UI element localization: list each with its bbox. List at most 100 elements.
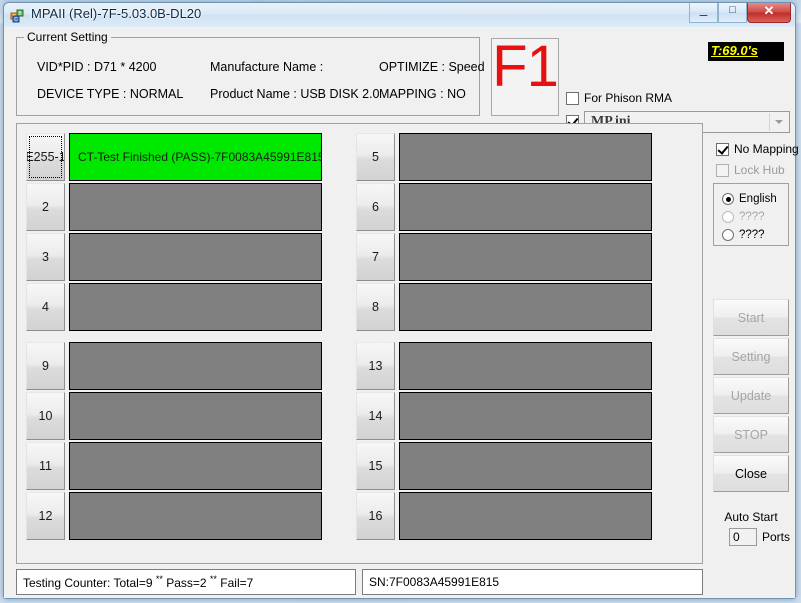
setting-button: Setting [713,338,789,375]
port-button-label: 16 [368,509,383,523]
language-option-2[interactable]: ???? [722,229,765,241]
chevron-down-icon[interactable] [769,113,788,131]
port-button-7[interactable]: 7 [356,233,395,281]
port-status-15 [399,442,652,490]
port-button-14[interactable]: 14 [356,392,395,440]
port-row: 11 [26,442,322,490]
client-area: Current Setting VID*PID : D71 * 4200 DEV… [4,27,799,598]
port-row: 3 [26,233,322,281]
port-status-3 [69,233,322,281]
close-window-button[interactable]: ✕ [747,3,791,23]
port-button-label: 13 [368,359,383,373]
f1-indicator-panel: F1 [491,34,559,116]
port-grid-panel: E255-1 CT-Test Finished (PASS)-7F0083A459… [16,123,703,564]
port-button-label: 5 [372,150,379,164]
port-row: 2 [26,183,322,231]
close-label: Close [735,466,767,481]
for-phison-rma-label: For Phison RMA [584,91,673,105]
port-button-3[interactable]: 3 [26,233,65,281]
maximize-button[interactable]: □ [718,3,747,23]
vid-pid-value: VID*PID : D71 * 4200 [37,60,157,74]
app-blocks-icon: A B C [10,7,26,23]
update-label: Update [730,388,772,403]
radio-dot [722,211,734,223]
update-button: Update [713,377,789,414]
svg-text:C: C [14,17,18,23]
port-row: 7 [356,233,652,281]
port-row: 14 [356,392,652,440]
language-group: English ???? ???? [713,183,789,246]
port-button-16[interactable]: 16 [356,492,395,540]
language-label-2: ???? [739,229,765,241]
port-status-2 [69,183,322,231]
minimize-icon: – [699,6,708,22]
current-setting-group: Current Setting VID*PID : D71 * 4200 DEV… [16,30,485,116]
minimize-button[interactable]: – [689,3,718,23]
f1-label: F1 [492,34,559,99]
port-button-11[interactable]: 11 [26,442,65,490]
counter-separator: ** [209,574,217,584]
port-button-4[interactable]: 4 [26,283,65,331]
port-row: 6 [356,183,652,231]
port-status-9 [69,342,322,390]
port-row: 16 [356,492,652,540]
port-row: 8 [356,283,652,331]
for-phison-rma-checkbox[interactable]: For Phison RMA [566,91,672,105]
port-status-16 [399,492,652,540]
port-button-2[interactable]: 2 [26,183,65,231]
port-button-label: 9 [42,359,49,373]
port-button-8[interactable]: 8 [356,283,395,331]
setting-label: Setting [731,349,771,364]
start-button: Start [713,299,789,336]
auto-start-ports-input[interactable]: 0 [729,528,757,546]
counter-separator: ** [155,574,163,584]
radio-dot [722,229,734,241]
port-row: 13 [356,342,652,390]
port-status-7 [399,233,652,281]
port-button-12[interactable]: 12 [26,492,65,540]
checkbox-box [566,91,579,105]
auto-start-unit-label: Ports [762,530,791,544]
port-button-label: 6 [372,200,379,214]
no-mapping-label: No Mapping [734,142,799,156]
port-button-5[interactable]: 5 [356,133,395,181]
port-button-15[interactable]: 15 [356,442,395,490]
port-status-5 [399,133,652,181]
testing-counter-text: Testing Counter: Total=9 ** Pass=2 ** Fa… [23,574,254,590]
port-status-8 [399,283,652,331]
serial-number-status: SN:7F0083A45991E815 [362,569,703,595]
no-mapping-checkbox[interactable]: No Mapping [716,142,799,156]
port-button-label: 10 [38,409,53,423]
start-label: Start [737,310,765,325]
window-title: MPAII (Rel)-7F-5.03.0B-DL20 [31,6,202,21]
port-status-6 [399,183,652,231]
manufacture-name-value: Manufacture Name : [210,60,324,74]
port-button-label: 15 [368,459,383,473]
port-status-10 [69,392,322,440]
language-label-1: ???? [739,211,765,223]
product-name-value: Product Name : USB DISK 2.0 [210,87,380,101]
port-row: 5 [356,133,652,181]
port-status-e255-1: CT-Test Finished (PASS)-7F0083A45991E815… [69,133,322,181]
radio-dot [722,193,734,205]
maximize-icon: □ [729,4,736,16]
port-row: 9 [26,342,322,390]
port-button-13[interactable]: 13 [356,342,395,390]
port-button-10[interactable]: 10 [26,392,65,440]
port-status-4 [69,283,322,331]
port-status-14 [399,392,652,440]
port-status-13 [399,342,652,390]
port-button-e255-1[interactable]: E255-1 [26,133,65,181]
port-button-label: E255-1 [26,150,65,164]
language-option-english[interactable]: English [722,193,777,205]
serial-number-text: SN:7F0083A45991E815 [369,575,500,589]
title-bar[interactable]: A B C MPAII (Rel)-7F-5.03.0B-DL20 – □ ✕ [4,3,795,28]
port-button-label: 2 [42,200,49,214]
application-window: A B C MPAII (Rel)-7F-5.03.0B-DL20 – □ ✕ … [3,2,799,599]
port-status-12 [69,492,322,540]
device-type-value: DEVICE TYPE : NORMAL [37,87,184,101]
close-button[interactable]: Close [713,455,789,492]
port-button-label: 3 [42,250,49,264]
port-button-9[interactable]: 9 [26,342,65,390]
port-button-6[interactable]: 6 [356,183,395,231]
